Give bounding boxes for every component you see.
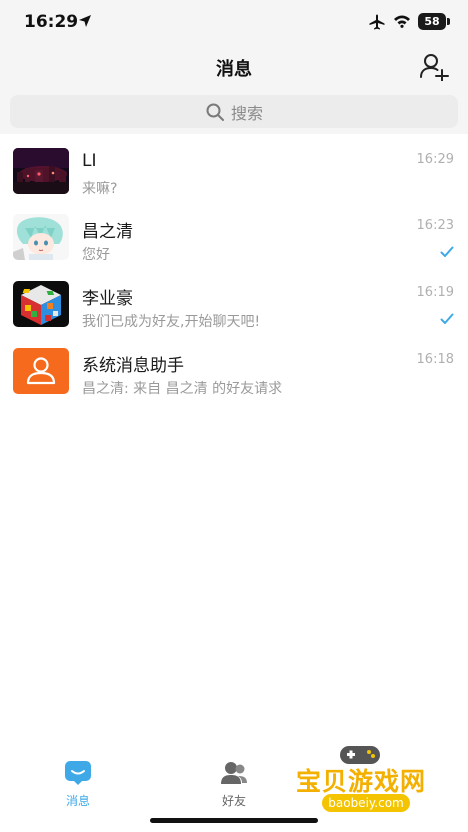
tab-label: 好友 [221,794,246,808]
search-placeholder: 搜索 [230,103,263,123]
navigation-bar: 消息 [0,44,468,88]
read-check-icon [440,313,454,324]
conversation-time: 16:23 [416,218,454,233]
conversation-item-li[interactable]: LI 来嘛? 16:29 [0,136,468,202]
location-arrow-icon [79,15,91,27]
avatar [13,281,69,327]
conversation-name: 昌之清 [82,222,133,242]
conversation-preview: 我们已成为好友,开始聊天吧! [82,314,261,330]
page-title: 消息 [216,59,252,80]
conversation-time: 16:29 [416,152,454,167]
conversation-preview: 来嘛? [82,181,118,197]
watermark-title: 宝贝游戏网 [296,767,427,796]
conversation-name: LI [82,151,97,171]
tab-label: 消息 [65,794,90,808]
avatar [13,214,69,260]
battery-indicator: 58 [418,13,446,30]
home-indicator [150,818,318,823]
user-icon [26,357,56,385]
conversation-preview: 昌之清: 来自 昌之清 的好友请求 [82,381,283,397]
avatar [13,148,69,194]
search-icon [206,103,224,121]
watermark: 宝贝游戏网 baobeiy.com [290,740,440,820]
tab-friends[interactable]: 好友 [194,760,274,810]
add-friend-icon[interactable] [418,51,450,81]
conversation-name: 系统消息助手 [82,356,184,376]
read-check-icon [440,246,454,257]
night-city-avatar-image [13,148,69,194]
conversation-item-liyehao[interactable]: 李业豪 我们已成为好友,开始聊天吧! 16:19 [0,269,468,335]
anime-character-avatar-image [13,214,69,260]
search-bar-container: 搜索 [0,88,468,134]
tab-messages[interactable]: 消息 [38,760,118,810]
conversation-time: 16:19 [416,285,454,300]
conversation-name: 李业豪 [82,289,133,309]
status-bar: 16:29 58 [0,0,468,44]
friends-icon [221,762,247,784]
rubiks-cube-avatar-image [13,281,69,327]
airplane-mode-icon [369,14,385,30]
watermark-url: baobeiy.com [322,794,410,812]
conversation-preview: 您好 [82,247,110,263]
avatar [13,348,69,394]
search-input[interactable]: 搜索 [10,95,458,128]
conversation-time: 16:18 [416,352,454,367]
status-time: 16:29 [24,12,79,32]
conversation-item-changzhiqing[interactable]: 昌之清 您好 16:23 [0,202,468,268]
battery-tip [447,18,450,25]
wifi-icon [394,15,410,28]
conversation-item-system-assistant[interactable]: 系统消息助手 昌之清: 来自 昌之清 的好友请求 16:18 [0,336,468,402]
message-bubble-icon [65,761,91,785]
